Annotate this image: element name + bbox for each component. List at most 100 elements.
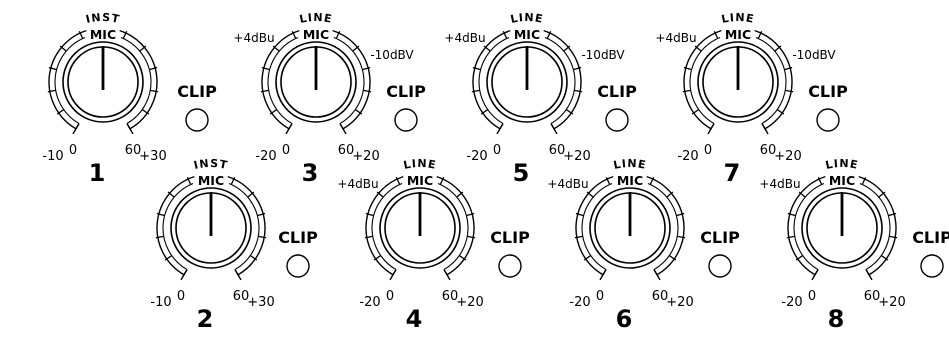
scale-zero-label: 0 — [282, 143, 290, 158]
clip-led — [605, 108, 629, 132]
clip-led — [498, 254, 522, 278]
scale-end-tick — [865, 269, 873, 281]
scale-end-tick — [811, 269, 819, 281]
scale-end-tick — [234, 269, 242, 281]
input-gain-panel: INSTMIC-10 0 60+301CLIPINSTMIC-10 0 60+302CL… — [42, 11, 949, 333]
scale-end-tick — [550, 123, 558, 135]
mic-label: MIC — [90, 27, 116, 42]
input-mode-label-text: LINE — [720, 11, 754, 26]
clip-led — [920, 254, 944, 278]
channel-2-gain-control: INSTMIC-10 0 60+302CLIP — [150, 157, 318, 333]
mic-label: MIC — [617, 173, 643, 188]
clip-label: CLIP — [808, 82, 848, 101]
scale-max-label: +20 — [352, 149, 379, 164]
mic-label: MIC — [303, 27, 329, 42]
clip-label: CLIP — [912, 228, 949, 247]
channel-number: 5 — [513, 159, 530, 187]
clip-label: CLIP — [177, 82, 217, 101]
input-mode-label-text: LINE — [402, 157, 436, 172]
scale-max-label: +20 — [666, 295, 693, 310]
clip-led — [394, 108, 418, 132]
minus10dbv-label: -10dBV — [581, 48, 625, 62]
input-mode-label: LINE — [402, 157, 437, 172]
scale-min-label: -20 — [466, 149, 487, 164]
channel-number: 7 — [724, 159, 741, 187]
input-mode-label: LINE — [298, 11, 333, 26]
scale-end-tick — [496, 123, 504, 135]
channel-1-gain-control: INSTMIC-10 0 60+301CLIP — [42, 11, 217, 187]
clip-label: CLIP — [490, 228, 530, 247]
plus4dbu-label: +4dBu — [759, 177, 800, 191]
scale-end-tick — [599, 269, 607, 281]
scale-max-label: +20 — [456, 295, 483, 310]
scale-end-tick — [443, 269, 451, 281]
input-mode-label-text: INST — [193, 157, 229, 172]
scale-max-label: +30 — [139, 149, 166, 164]
minus10dbv-label: -10dBV — [370, 48, 414, 62]
minus10dbv-label: -10dBV — [792, 48, 836, 62]
clip-led — [816, 108, 840, 132]
input-mode-label: INST — [193, 157, 230, 172]
mic-label: MIC — [514, 27, 540, 42]
scale-end-tick — [707, 123, 715, 135]
channel-number: 4 — [406, 305, 423, 333]
input-mode-label: LINE — [509, 11, 544, 26]
scale-zero-label: 0 — [386, 289, 394, 304]
scale-end-tick — [72, 123, 80, 135]
scale-min-label: -20 — [781, 295, 802, 310]
scale-end-tick — [761, 123, 769, 135]
mic-label: MIC — [407, 173, 433, 188]
input-mode-label-text: LINE — [612, 157, 646, 172]
channel-5-gain-control: LINEMIC+4dBu-10dBV-20 0 60+205CLIP — [444, 11, 637, 187]
channel-8-gain-control: LINEMIC+4dBu-20 0 60+208CLIP — [759, 157, 949, 333]
channel-7-gain-control: LINEMIC+4dBu-10dBV-20 0 60+207CLIP — [655, 11, 848, 187]
channel-4-gain-control: LINEMIC+4dBu-20 0 60+204CLIP — [337, 157, 530, 333]
channel-number: 2 — [197, 305, 214, 333]
mic-label: MIC — [725, 27, 751, 42]
input-mode-label: LINE — [824, 157, 859, 172]
clip-led — [185, 108, 209, 132]
scale-max-label: +20 — [563, 149, 590, 164]
scale-end-tick — [126, 123, 134, 135]
scale-max-label: +20 — [878, 295, 905, 310]
channel-number: 8 — [828, 305, 845, 333]
input-mode-label-text: LINE — [824, 157, 858, 172]
scale-min-label: -20 — [359, 295, 380, 310]
channel-number: 3 — [302, 159, 319, 187]
input-mode-label-text: LINE — [509, 11, 543, 26]
scale-min-label: -20 — [569, 295, 590, 310]
input-mode-label-text: LINE — [298, 11, 332, 26]
plus4dbu-label: +4dBu — [547, 177, 588, 191]
plus4dbu-label: +4dBu — [233, 31, 274, 45]
scale-zero-label: 0 — [808, 289, 816, 304]
plus4dbu-label: +4dBu — [444, 31, 485, 45]
input-mode-label-text: INST — [85, 11, 121, 26]
mic-label: MIC — [198, 173, 224, 188]
channel-3-gain-control: LINEMIC+4dBu-10dBV-20 0 60+203CLIP — [233, 11, 426, 187]
scale-end-tick — [653, 269, 661, 281]
channel-number: 1 — [89, 159, 106, 187]
clip-led — [708, 254, 732, 278]
input-mode-label: LINE — [612, 157, 647, 172]
input-mode-label: LINE — [720, 11, 755, 26]
plus4dbu-label: +4dBu — [655, 31, 696, 45]
scale-max-label: +30 — [247, 295, 274, 310]
scale-end-tick — [389, 269, 397, 281]
channel-6-gain-control: LINEMIC+4dBu-20 0 60+206CLIP — [547, 157, 740, 333]
scale-min-label: -10 — [42, 149, 63, 164]
clip-label: CLIP — [386, 82, 426, 101]
scale-zero-label: 0 — [177, 289, 185, 304]
scale-min-label: -20 — [255, 149, 276, 164]
input-mode-label: INST — [85, 11, 122, 26]
scale-zero-label: 0 — [704, 143, 712, 158]
scale-zero-label: 0 — [69, 143, 77, 158]
scale-min-label: -10 — [150, 295, 171, 310]
scale-end-tick — [339, 123, 347, 135]
clip-label: CLIP — [700, 228, 740, 247]
scale-end-tick — [285, 123, 293, 135]
plus4dbu-label: +4dBu — [337, 177, 378, 191]
channel-number: 6 — [616, 305, 633, 333]
mic-label: MIC — [829, 173, 855, 188]
scale-zero-label: 0 — [493, 143, 501, 158]
scale-max-label: +20 — [774, 149, 801, 164]
